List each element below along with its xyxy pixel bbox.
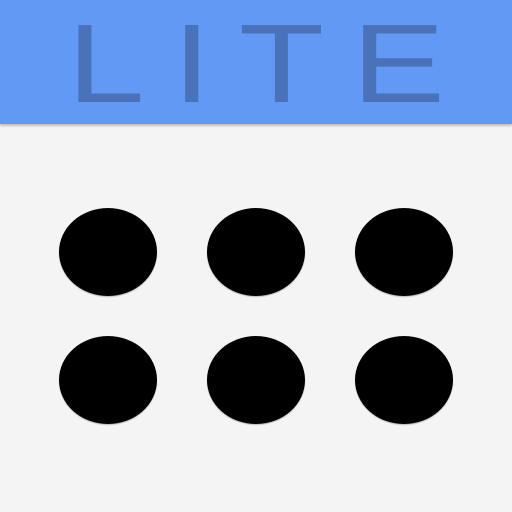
dot-row2-col3 — [355, 336, 453, 424]
dot-row1-col3 — [355, 208, 453, 296]
dot-row1-col2 — [207, 208, 305, 296]
dot-row2-col2 — [207, 336, 305, 424]
app-icon[interactable]: LITE — [0, 0, 512, 512]
dot-row2-col1 — [59, 336, 157, 424]
dot-grid — [0, 0, 512, 512]
dot-row1-col1 — [59, 208, 157, 296]
